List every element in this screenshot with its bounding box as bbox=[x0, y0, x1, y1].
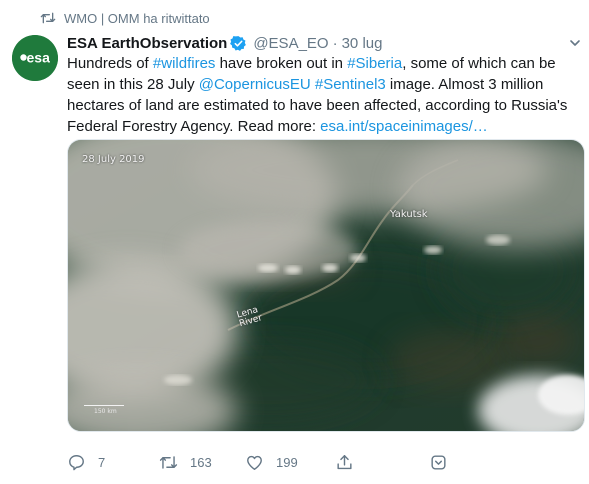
text-run: Hundreds of bbox=[67, 55, 153, 72]
reply-button[interactable]: 7 bbox=[67, 452, 105, 472]
tweet-media-image[interactable]: 28 July 2019 Yakutsk Lena River 150 km bbox=[67, 139, 585, 432]
retweet-icon bbox=[40, 12, 56, 24]
share-icon bbox=[337, 454, 352, 469]
text-run: Federal Forestry Agency. Read more: bbox=[67, 118, 321, 135]
heart-icon bbox=[247, 455, 262, 470]
mention-link[interactable]: @CopernicusEU bbox=[199, 76, 311, 93]
retweet-icon bbox=[159, 455, 178, 469]
tweet-line: seen in this 28 July @CopernicusEU #Sent… bbox=[67, 74, 572, 95]
reply-count: 7 bbox=[98, 454, 106, 470]
verified-badge-icon bbox=[230, 35, 247, 51]
text-run: hectares of land are estimated to have b… bbox=[67, 97, 568, 114]
header-separator: · bbox=[332, 34, 338, 52]
hashtag-link[interactable]: #Sentinel3 bbox=[315, 76, 386, 93]
share-button[interactable] bbox=[335, 452, 354, 472]
reply-icon bbox=[69, 454, 84, 470]
hashtag-link[interactable]: #Siberia bbox=[347, 55, 402, 72]
text-run: image. Almost 3 million bbox=[385, 76, 544, 93]
author-name[interactable]: ESA EarthObservation bbox=[67, 35, 227, 52]
text-run: seen in this 28 July bbox=[67, 76, 199, 93]
tweet-line: Federal Forestry Agency. Read more: esa.… bbox=[67, 116, 572, 137]
image-date-label: 28 July 2019 bbox=[82, 154, 145, 165]
tweet-text: Hundreds of #wildfires have broken out i… bbox=[67, 53, 572, 137]
tweet-actions: 7 163 199 bbox=[67, 452, 572, 472]
like-button[interactable]: 199 bbox=[245, 452, 298, 472]
image-scale-label: 150 km bbox=[94, 408, 117, 415]
text-run: , some of which can be bbox=[402, 55, 556, 72]
hashtag-link[interactable]: #wildfires bbox=[153, 55, 216, 72]
satellite-image bbox=[68, 140, 584, 431]
author-handle[interactable]: @ESA_EO bbox=[253, 35, 328, 52]
tweet-line: hectares of land are estimated to have b… bbox=[67, 95, 572, 116]
like-count: 199 bbox=[276, 454, 298, 470]
url-link[interactable]: esa.int/spaceinimages/… bbox=[320, 118, 488, 135]
retweet-banner[interactable]: WMO | OMM ha ritwittato bbox=[40, 9, 210, 27]
avatar-logo-text: esa bbox=[27, 50, 51, 66]
chevron-down-icon[interactable] bbox=[568, 36, 582, 50]
tweet-header: ESA EarthObservation @ESA_EO · 30 lug bbox=[67, 33, 382, 53]
retweet-banner-text: WMO | OMM ha ritwittato bbox=[64, 10, 210, 26]
image-city-label: Yakutsk bbox=[390, 209, 428, 220]
retweet-button[interactable]: 163 bbox=[159, 452, 212, 472]
text-run: have broken out in bbox=[215, 55, 348, 72]
chevron-menu-icon bbox=[431, 454, 446, 470]
tweet-line: Hundreds of #wildfires have broken out i… bbox=[67, 53, 572, 74]
retweet-count: 163 bbox=[190, 454, 212, 470]
analytics-button[interactable] bbox=[429, 452, 448, 472]
avatar[interactable]: esa bbox=[12, 35, 58, 81]
image-scale-bar bbox=[84, 405, 124, 406]
esa-logo: esa bbox=[12, 35, 58, 81]
tweet-timestamp[interactable]: 30 lug bbox=[342, 35, 383, 52]
